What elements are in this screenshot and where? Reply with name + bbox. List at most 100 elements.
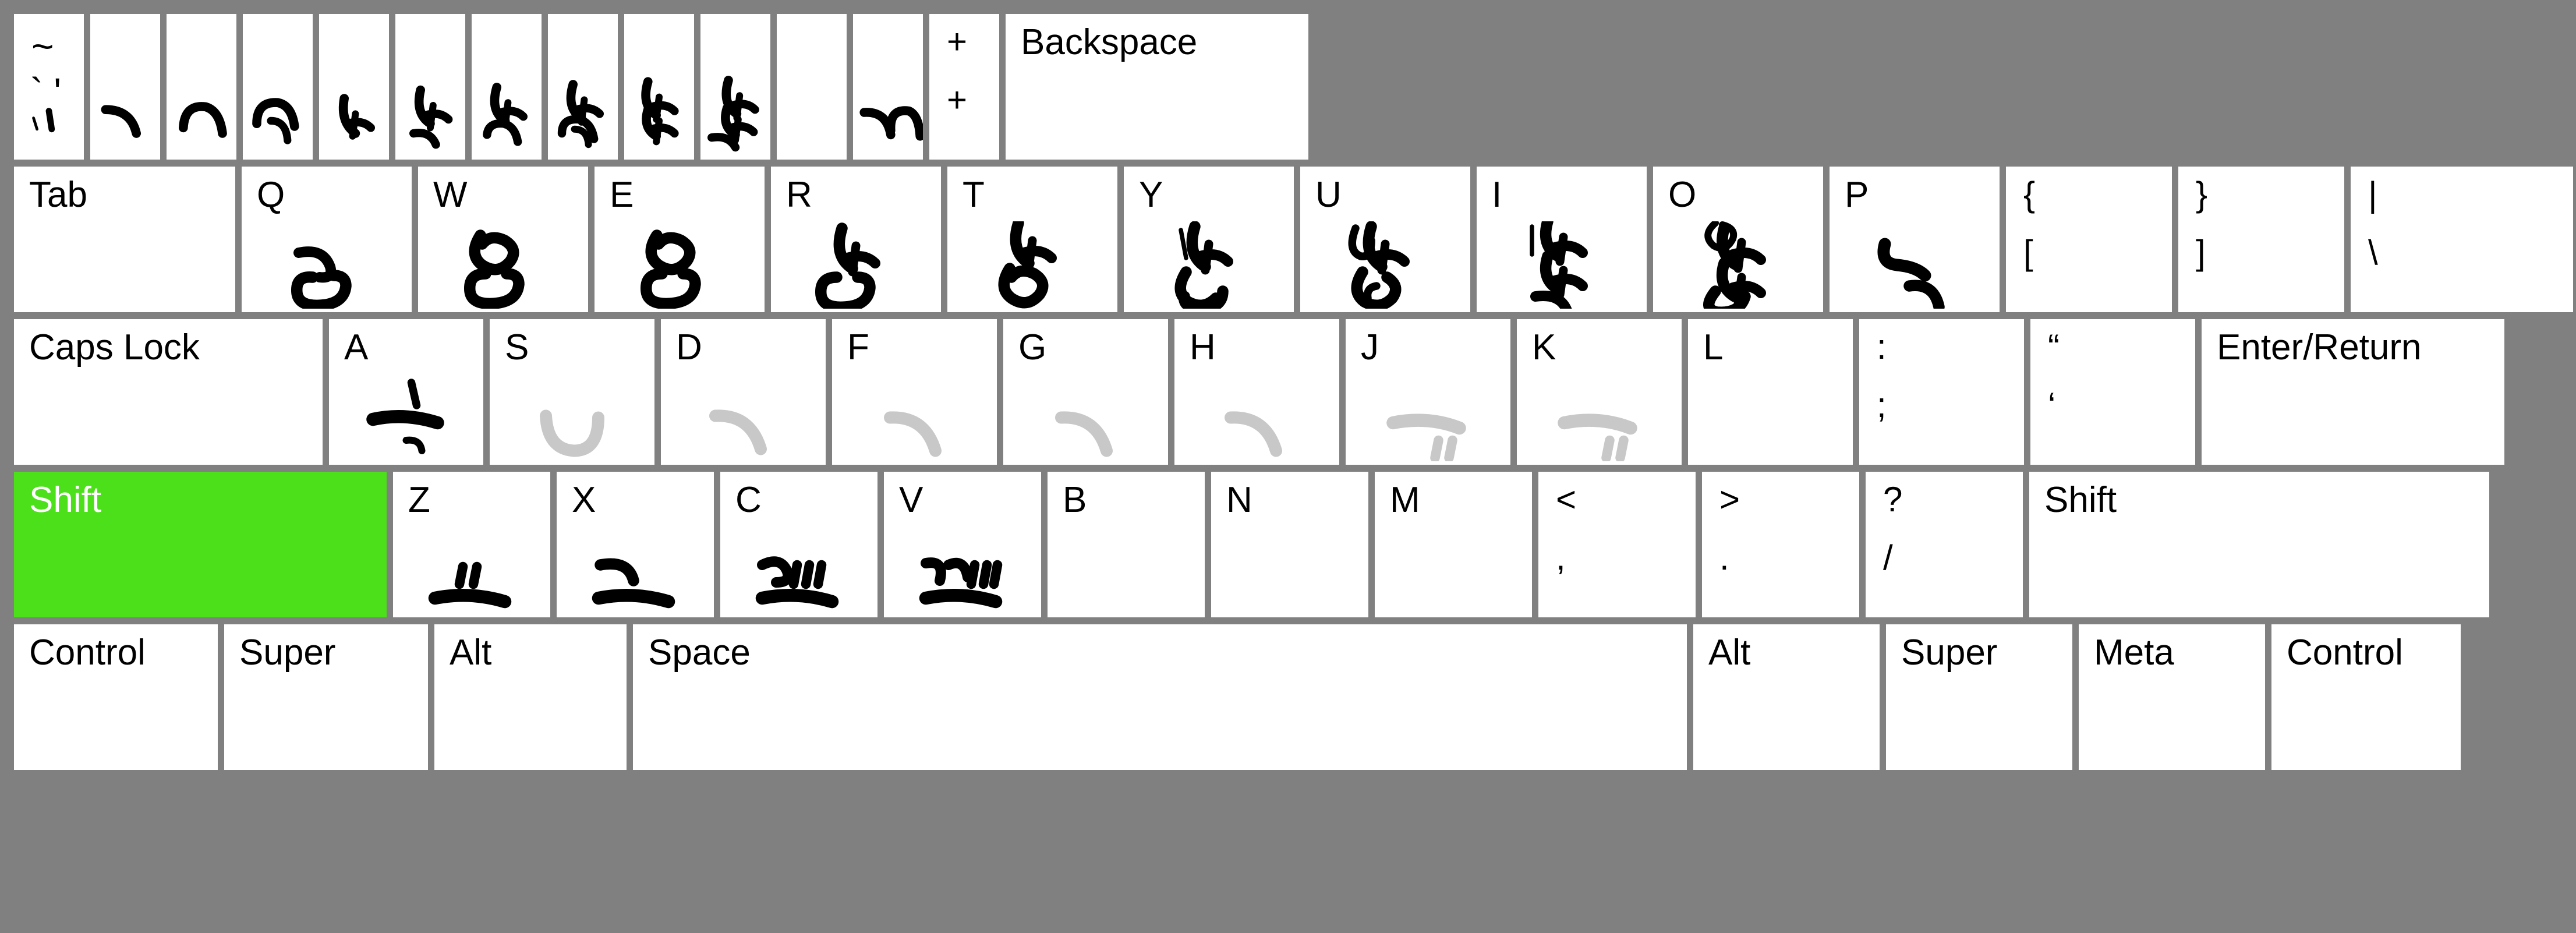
key-digit-4[interactable] (319, 14, 389, 160)
key-grave-shift-legend: ~ (31, 24, 54, 68)
keyboard-row-home-row: Caps Lock A S D F G H J K L:; “‘Enter/Return (14, 319, 2562, 465)
key-x-label: X (572, 480, 596, 520)
key-w-label: W (433, 175, 468, 215)
key-y-label: Y (1139, 175, 1163, 215)
key-c[interactable]: C (720, 472, 877, 617)
key-digit-5[interactable] (395, 14, 465, 160)
key-semicolon-shift-legend: : (1877, 327, 1887, 366)
key-j[interactable]: J (1346, 319, 1510, 465)
shorthand-glyph-j-icon (1346, 374, 1510, 461)
key-z-label: Z (408, 480, 430, 520)
key-r[interactable]: R (771, 167, 941, 312)
shorthand-glyph-u-icon (1300, 221, 1470, 309)
key-u[interactable]: U (1300, 167, 1470, 312)
key-comma[interactable]: <, (1538, 472, 1696, 617)
key-i[interactable]: I (1477, 167, 1647, 312)
key-o[interactable]: O (1653, 167, 1823, 312)
key-backslash-base-legend: \ (2368, 233, 2378, 272)
key-quote-shift-legend: “ (2048, 327, 2060, 366)
key-control-left[interactable]: Control (14, 624, 218, 770)
key-bracket-right[interactable]: }] (2178, 167, 2344, 312)
key-q[interactable]: Q (242, 167, 412, 312)
key-digit-2[interactable] (167, 14, 236, 160)
key-backslash[interactable]: | \ (2351, 167, 2573, 312)
keyboard-row-modifier-row: Control Super Alt Space Alt Super Meta Control (14, 624, 2562, 770)
key-slash-base-legend: / (1883, 538, 1893, 577)
shorthand-glyph-x-icon (557, 526, 714, 614)
key-w[interactable]: W (418, 167, 588, 312)
key-digit-8[interactable] (624, 14, 694, 160)
key-shift-left-label: Shift (29, 480, 102, 520)
key-v[interactable]: V (884, 472, 1041, 617)
key-o-label: O (1668, 175, 1697, 215)
key-shift-right[interactable]: Shift (2029, 472, 2489, 617)
key-comma-shift-legend: < (1556, 480, 1577, 519)
key-l-label: L (1703, 327, 1724, 367)
key-comma-base-legend: , (1556, 538, 1566, 577)
shorthand-glyph-q-icon (242, 221, 412, 309)
key-b[interactable]: B (1048, 472, 1205, 617)
key-h[interactable]: H (1174, 319, 1339, 465)
key-z[interactable]: Z (393, 472, 550, 617)
shorthand-glyph-digit-4-icon (319, 69, 389, 156)
shorthand-glyph-r-icon (771, 221, 941, 309)
shorthand-glyph-grave-icon (14, 69, 84, 156)
key-control-right[interactable]: Control (2271, 624, 2461, 770)
key-g[interactable]: G (1003, 319, 1168, 465)
shorthand-glyph-digit-7-icon (548, 69, 618, 156)
shorthand-glyph-y-icon (1124, 221, 1294, 309)
key-semicolon-base-legend: ; (1877, 386, 1887, 425)
key-x[interactable]: X (557, 472, 714, 617)
key-d[interactable]: D (661, 319, 826, 465)
key-l[interactable]: L (1688, 319, 1853, 465)
keyboard-layout-chart: ~ ` ' + + Backspace Tab Q W E R T Y U I O P{[}] | \ Caps L… (0, 0, 2576, 933)
key-y[interactable]: Y (1124, 167, 1294, 312)
key-control-left-label: Control (29, 632, 146, 673)
key-e[interactable]: E (595, 167, 765, 312)
key-grave[interactable]: ~ ` ' (14, 14, 84, 160)
key-super-right[interactable]: Super (1886, 624, 2072, 770)
key-f[interactable]: F (832, 319, 997, 465)
key-digit-7[interactable] (548, 14, 618, 160)
shorthand-glyph-o-icon (1653, 221, 1823, 309)
key-space[interactable]: Space (633, 624, 1687, 770)
key-digit-1[interactable] (90, 14, 160, 160)
key-backspace[interactable]: Backspace (1006, 14, 1308, 160)
key-d-label: D (676, 327, 702, 367)
key-n[interactable]: N (1211, 472, 1368, 617)
keyboard-row-number-row: ~ ` ' + + Backspace (14, 14, 2562, 160)
key-meta[interactable]: Meta (2079, 624, 2265, 770)
key-slash[interactable]: ? / (1866, 472, 2023, 617)
shorthand-glyph-digit-2-icon (167, 69, 236, 156)
key-enter[interactable]: Enter/Return (2202, 319, 2504, 465)
key-digit-3[interactable] (243, 14, 313, 160)
shorthand-glyph-z-icon (393, 526, 550, 614)
key-digit-0[interactable] (777, 14, 847, 160)
key-g-label: G (1018, 327, 1047, 367)
key-k[interactable]: K (1517, 319, 1682, 465)
key-a[interactable]: A (329, 319, 483, 465)
key-p[interactable]: P (1830, 167, 2000, 312)
key-semicolon[interactable]: :; (1859, 319, 2024, 465)
key-digit-6[interactable] (472, 14, 542, 160)
key-caps-lock[interactable]: Caps Lock (14, 319, 323, 465)
shorthand-glyph-w-icon (418, 221, 588, 309)
key-bracket-left[interactable]: {[ (2006, 167, 2172, 312)
key-e-label: E (610, 175, 634, 215)
key-m[interactable]: M (1375, 472, 1532, 617)
key-quote-base-legend: ‘ (2048, 386, 2056, 425)
key-period[interactable]: >. (1702, 472, 1859, 617)
key-alt-left[interactable]: Alt (434, 624, 627, 770)
key-digit-9[interactable] (700, 14, 770, 160)
key-equal[interactable]: + + (929, 14, 999, 160)
key-shift-left[interactable]: Shift (14, 472, 387, 617)
key-quote[interactable]: “‘ (2030, 319, 2195, 465)
key-period-shift-legend: > (1719, 480, 1740, 519)
key-tab[interactable]: Tab (14, 167, 235, 312)
key-t[interactable]: T (947, 167, 1117, 312)
key-minus[interactable] (853, 14, 923, 160)
key-s[interactable]: S (490, 319, 654, 465)
key-alt-right[interactable]: Alt (1693, 624, 1880, 770)
key-equal-shift-legend: + (947, 22, 968, 61)
key-super-left[interactable]: Super (224, 624, 428, 770)
